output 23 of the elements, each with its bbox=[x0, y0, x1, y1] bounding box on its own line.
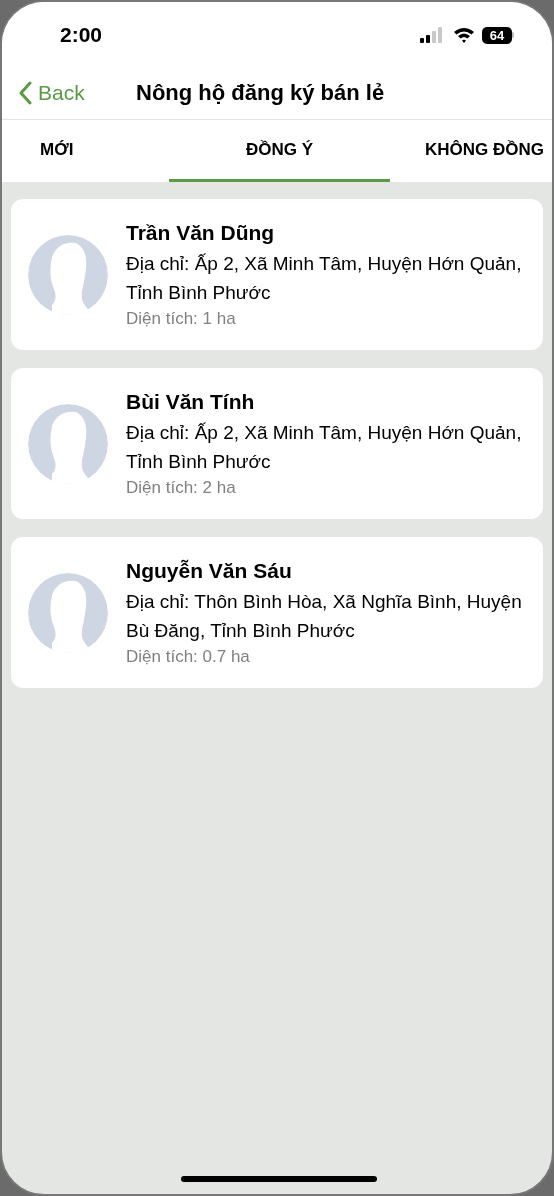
tab[interactable]: ĐỒNG Ý bbox=[169, 120, 390, 182]
farmer-card[interactable]: Trần Văn Dũng Địa chỉ: Ấp 2, Xã Minh Tâm, Huyện Hớn Quản, Tỉnh Bình Phước Diện tích: 1 ha bbox=[11, 199, 543, 350]
farmer-area: Diện tích: 0.7 ha bbox=[126, 644, 531, 669]
tab[interactable]: KHÔNG ĐỒNG bbox=[390, 120, 552, 182]
wifi-icon bbox=[453, 27, 475, 43]
tab[interactable]: MỚI bbox=[2, 120, 169, 182]
farmer-name: Nguyễn Văn Sáu bbox=[126, 557, 293, 584]
page-title: Nông hộ đăng ký bán lẻ bbox=[136, 79, 385, 107]
farmer-card[interactable]: Bùi Văn Tính Địa chỉ: Ấp 2, Xã Minh Tâm, Huyện Hớn Quản, Tỉnh Bình Phước Diện tích: 2 ha bbox=[11, 368, 543, 519]
farmer-name: Trần Văn Dũng bbox=[126, 219, 276, 246]
farmer-address: Địa chỉ: Ấp 2, Xã Minh Tâm, Huyện Hớn Quản, Tỉnh Bình Phước bbox=[126, 251, 523, 305]
status-time: 2:00 bbox=[60, 22, 103, 49]
battery-level: 64 bbox=[489, 28, 505, 42]
avatar-icon bbox=[28, 403, 108, 484]
farmer-name: Bùi Văn Tính bbox=[126, 388, 256, 415]
avatar-icon bbox=[28, 234, 108, 315]
chevron-left-icon bbox=[18, 80, 32, 105]
farmer-card[interactable]: Nguyễn Văn Sáu Địa chỉ: Thôn Bình Hòa, Xã Nghĩa Bình, Huyện Bù Đăng, Tỉnh Bình Phước Diện tích: 0.7 ha bbox=[11, 537, 543, 688]
farmer-area: Diện tích: 1 ha bbox=[126, 306, 531, 331]
farmer-area: Diện tích: 2 ha bbox=[126, 475, 531, 500]
avatar-icon bbox=[28, 572, 108, 653]
farmer-address: Địa chỉ: Ấp 2, Xã Minh Tâm, Huyện Hớn Quản, Tỉnh Bình Phước bbox=[126, 420, 523, 474]
farmer-address: Địa chỉ: Thôn Bình Hòa, Xã Nghĩa Bình, Huyện Bù Đăng, Tỉnh Bình Phước bbox=[126, 589, 523, 643]
